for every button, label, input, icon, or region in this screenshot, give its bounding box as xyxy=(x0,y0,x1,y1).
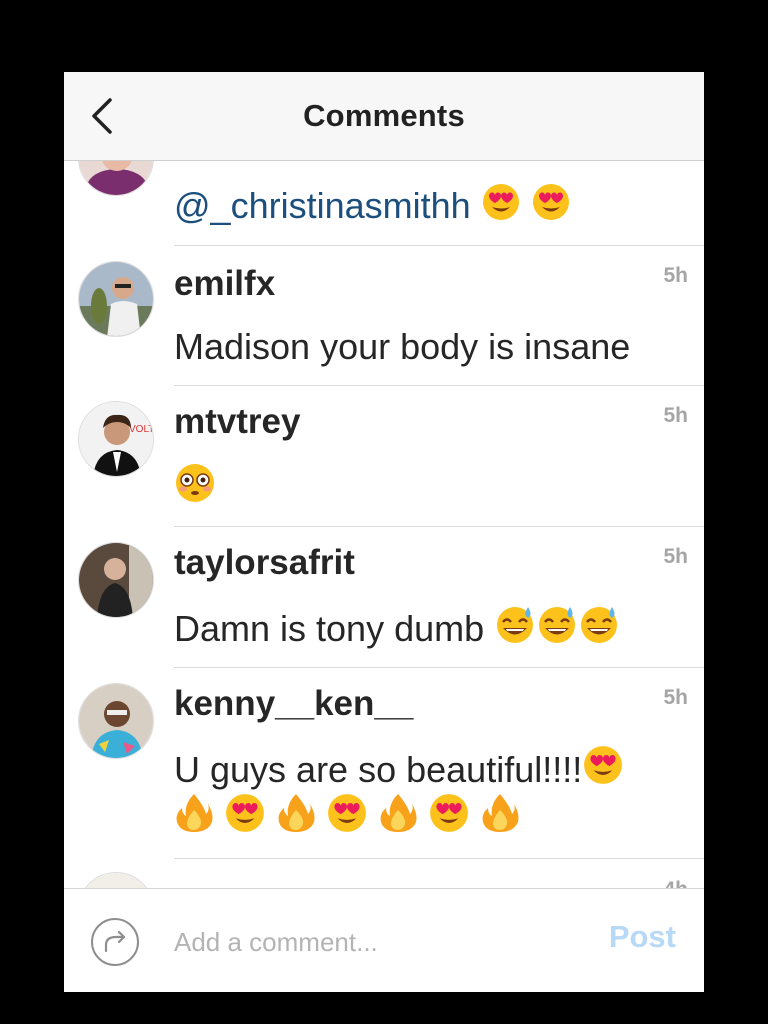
fire-emoji-icon xyxy=(278,794,315,832)
comment-timestamp: 5h xyxy=(663,686,688,709)
comment-timestamp: 4h xyxy=(663,878,688,888)
comment-username[interactable]: mtvtrey xyxy=(174,402,300,442)
heart-eyes-emoji-icon xyxy=(328,794,366,832)
comment-username[interactable]: emilfx xyxy=(174,264,275,304)
comment-item: taylorsafrit 5h Damn is tony dumb xyxy=(64,527,704,668)
post-button[interactable]: Post xyxy=(609,919,676,955)
comment-input[interactable] xyxy=(172,919,576,965)
mention-link[interactable]: @_christinasmithh xyxy=(174,185,471,226)
avatar[interactable] xyxy=(78,872,154,888)
page-title: Comments xyxy=(303,98,465,133)
avatar[interactable] xyxy=(78,261,154,337)
sweat-smile-emoji-icon xyxy=(539,607,576,643)
nav-header: Comments xyxy=(64,72,704,161)
avatar[interactable] xyxy=(78,542,154,618)
fire-emoji-icon xyxy=(380,794,417,832)
comment-text: @_christinasmithh xyxy=(174,182,684,229)
comment-composer: Post xyxy=(64,888,704,992)
divider xyxy=(174,858,704,859)
heart-eyes-emoji-icon xyxy=(532,184,569,220)
avatar[interactable] xyxy=(78,683,154,759)
comment-item: emilfx 5h Madison your body is insane xyxy=(64,246,704,386)
heart-eyes-emoji-icon xyxy=(584,746,623,784)
avatar[interactable]: VOLT xyxy=(78,401,154,477)
comments-screen: Comments @_christinasmithh emilfx 5h Mad… xyxy=(64,72,704,992)
comment-timestamp: 5h xyxy=(663,264,688,287)
flushed-emoji-icon xyxy=(176,464,214,502)
comment-item: 4h xyxy=(64,860,704,888)
comment-list[interactable]: @_christinasmithh emilfx 5h Madison your… xyxy=(64,160,704,888)
comment-text: Madison your body is insane xyxy=(174,326,631,367)
comment-text: Damn is tony dumb xyxy=(174,603,684,652)
heart-eyes-emoji-icon xyxy=(430,794,468,832)
fire-emoji-icon xyxy=(482,794,519,832)
comment-username[interactable]: kenny__ken__ xyxy=(174,684,413,724)
comment-text xyxy=(174,462,684,511)
comment-text: U guys are so beautiful!!!! xyxy=(174,744,684,793)
share-arrow-icon xyxy=(91,918,139,966)
avatar[interactable] xyxy=(78,160,154,196)
comment-timestamp: 5h xyxy=(663,545,688,568)
comment-username[interactable]: taylorsafrit xyxy=(174,543,355,583)
heart-eyes-emoji-icon xyxy=(482,184,519,220)
comment-emoji-line xyxy=(174,792,684,841)
heart-eyes-emoji-icon xyxy=(226,794,264,832)
comment-timestamp: 5h xyxy=(663,404,688,427)
comment-item: kenny__ken__ 5h U guys are so beautiful!… xyxy=(64,668,704,859)
comment-item: @_christinasmithh xyxy=(64,160,704,246)
fire-emoji-icon xyxy=(176,794,213,832)
share-button[interactable] xyxy=(90,917,140,967)
sweat-smile-emoji-icon xyxy=(581,607,618,643)
comment-item: VOLT mtvtrey 5h xyxy=(64,386,704,527)
sweat-smile-emoji-icon xyxy=(497,607,534,643)
svg-text:VOLT: VOLT xyxy=(129,424,154,435)
